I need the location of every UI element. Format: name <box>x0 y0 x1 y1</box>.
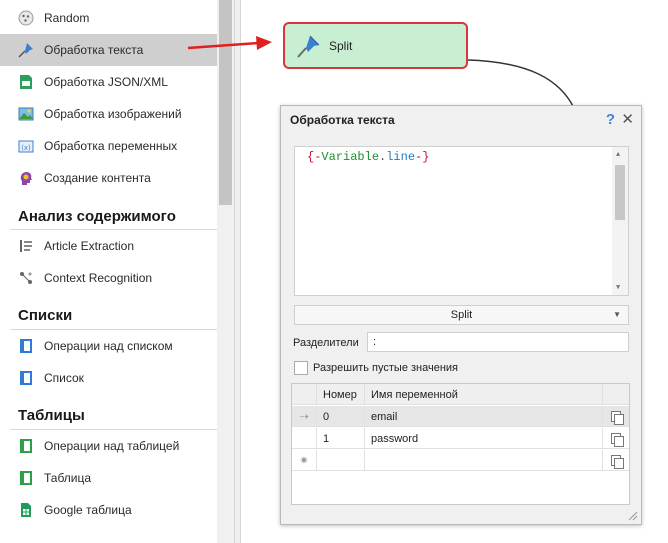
sidebar-item-text-processing[interactable]: Обработка текста <box>0 34 218 66</box>
cell-variable[interactable]: password <box>365 428 603 449</box>
copy-icon <box>611 454 624 469</box>
sidebar-item-article-extraction[interactable]: Article Extraction <box>0 230 218 262</box>
google-sheets-icon <box>18 502 34 518</box>
checkbox-box[interactable] <box>294 361 308 375</box>
sidebar-item-label: Таблица <box>44 471 92 485</box>
separator-input[interactable] <box>367 332 629 352</box>
sidebar-item-variable-processing[interactable]: (x) Обработка переменных <box>0 130 218 162</box>
split-action-node[interactable]: Split <box>283 22 468 69</box>
table-row[interactable]: ⇢ 0 email <box>292 406 629 427</box>
text-processing-dialog: Обработка текста ? ✕ {-Variable.line-} ▲… <box>280 105 642 525</box>
row-arrow-icon: ⇢ <box>292 406 317 427</box>
table-row-new[interactable]: ✷ <box>292 450 629 471</box>
column-header-number[interactable]: Номер <box>317 384 365 405</box>
sidebar: Random Обработка текста Обработка JSON/X… <box>0 0 235 543</box>
new-row-icon: ✷ <box>292 450 317 471</box>
sidebar-item-random[interactable]: Random <box>0 2 218 34</box>
dialog-title: Обработка текста <box>290 113 395 127</box>
copy-icon <box>611 432 624 447</box>
sidebar-item-label: Article Extraction <box>44 239 135 253</box>
row-indicator-header <box>292 384 317 405</box>
scroll-down-icon[interactable]: ▼ <box>616 284 620 292</box>
macro-close: -} <box>415 150 430 164</box>
list-icon <box>18 370 34 386</box>
table-row[interactable]: 1 password <box>292 428 629 449</box>
cell-variable[interactable]: email <box>365 406 603 427</box>
sidebar-item-context-recognition[interactable]: Context Recognition <box>0 262 218 294</box>
table-ops-icon <box>18 438 34 454</box>
sidebar-item-table[interactable]: Таблица <box>0 462 218 494</box>
image-icon <box>18 106 34 122</box>
section-title-tables: Таблицы <box>18 407 85 424</box>
sidebar-item-json-xml[interactable]: Обработка JSON/XML <box>0 66 218 98</box>
dice-icon <box>18 10 34 26</box>
section-title-content-analysis: Анализ содержимого <box>18 208 176 225</box>
context-icon <box>18 270 34 286</box>
sidebar-item-image-processing[interactable]: Обработка изображений <box>0 98 218 130</box>
svg-text:(x): (x) <box>21 144 31 152</box>
article-icon <box>18 238 34 254</box>
close-icon[interactable]: ✕ <box>621 110 634 128</box>
sidebar-item-list[interactable]: Список <box>0 362 218 394</box>
copy-button[interactable] <box>603 406 631 427</box>
sidebar-item-label: Обработка текста <box>44 43 144 57</box>
cell-number[interactable]: 1 <box>317 428 365 449</box>
allow-empty-label: Разрешить пустые значения <box>313 362 459 374</box>
operation-select[interactable]: Split ▼ <box>294 305 629 325</box>
sidebar-item-label: Список <box>44 371 84 385</box>
chevron-down-icon: ▼ <box>613 310 621 319</box>
sidebar-item-list-operations[interactable]: Операции над списком <box>0 330 218 362</box>
macro-open: {- <box>307 150 322 164</box>
sidebar-item-label: Context Recognition <box>44 271 153 285</box>
allow-empty-checkbox[interactable]: Разрешить пустые значения <box>294 361 458 375</box>
sidebar-item-content-creation[interactable]: Создание контента <box>0 162 218 194</box>
text-editor[interactable]: {-Variable.line-} ▲ ▼ <box>294 146 629 296</box>
column-header-variable[interactable]: Имя переменной <box>365 384 603 405</box>
cell-variable[interactable] <box>365 450 603 471</box>
sidebar-item-label: Random <box>44 11 90 25</box>
separator-label: Разделители <box>293 337 359 349</box>
sidebar-item-label: Операции над списком <box>44 339 173 353</box>
editor-scrollbar-thumb[interactable] <box>615 165 625 220</box>
pin-icon <box>18 42 34 58</box>
sidebar-scrollbar[interactable] <box>217 0 234 543</box>
json-file-icon <box>18 74 34 90</box>
list-ops-icon <box>18 338 34 354</box>
macro-variable: Variable <box>321 150 380 164</box>
grid-header: Номер Имя переменной <box>292 384 629 405</box>
cell-number[interactable]: 0 <box>317 406 365 427</box>
resize-grip-icon[interactable] <box>626 509 638 521</box>
copy-icon <box>611 410 624 425</box>
sidebar-item-google-sheet[interactable]: Google таблица <box>0 494 218 526</box>
row-indicator <box>292 428 317 449</box>
pin-icon <box>295 34 321 60</box>
variables-grid: Номер Имя переменной ⇢ 0 email 1 passwor… <box>291 383 630 505</box>
variable-icon: (x) <box>18 138 34 154</box>
scroll-up-icon[interactable]: ▲ <box>616 151 620 159</box>
node-label: Split <box>329 38 353 53</box>
sidebar-item-label: Создание контента <box>44 171 151 185</box>
sidebar-scrollbar-thumb[interactable] <box>219 0 232 205</box>
section-title-lists: Списки <box>18 307 73 324</box>
sidebar-item-label: Google таблица <box>44 503 132 517</box>
table-icon <box>18 470 34 486</box>
sidebar-item-table-operations[interactable]: Операции над таблицей <box>0 430 218 462</box>
copy-button[interactable] <box>603 450 631 471</box>
operation-value: Split <box>450 309 473 321</box>
cell-number[interactable] <box>317 450 365 471</box>
sidebar-item-label: Обработка переменных <box>44 139 178 153</box>
head-bulb-icon <box>18 170 34 186</box>
macro-property: line <box>386 150 416 164</box>
panel-splitter[interactable] <box>235 0 241 543</box>
sidebar-item-label: Операции над таблицей <box>44 439 180 453</box>
dialog-title-bar[interactable]: Обработка текста <box>281 106 641 134</box>
editor-scrollbar[interactable]: ▲ ▼ <box>612 147 628 295</box>
column-header-actions <box>603 384 631 405</box>
sidebar-item-label: Обработка JSON/XML <box>44 75 168 89</box>
sidebar-item-label: Обработка изображений <box>44 107 182 121</box>
help-icon[interactable]: ? <box>606 111 615 128</box>
copy-button[interactable] <box>603 428 631 449</box>
